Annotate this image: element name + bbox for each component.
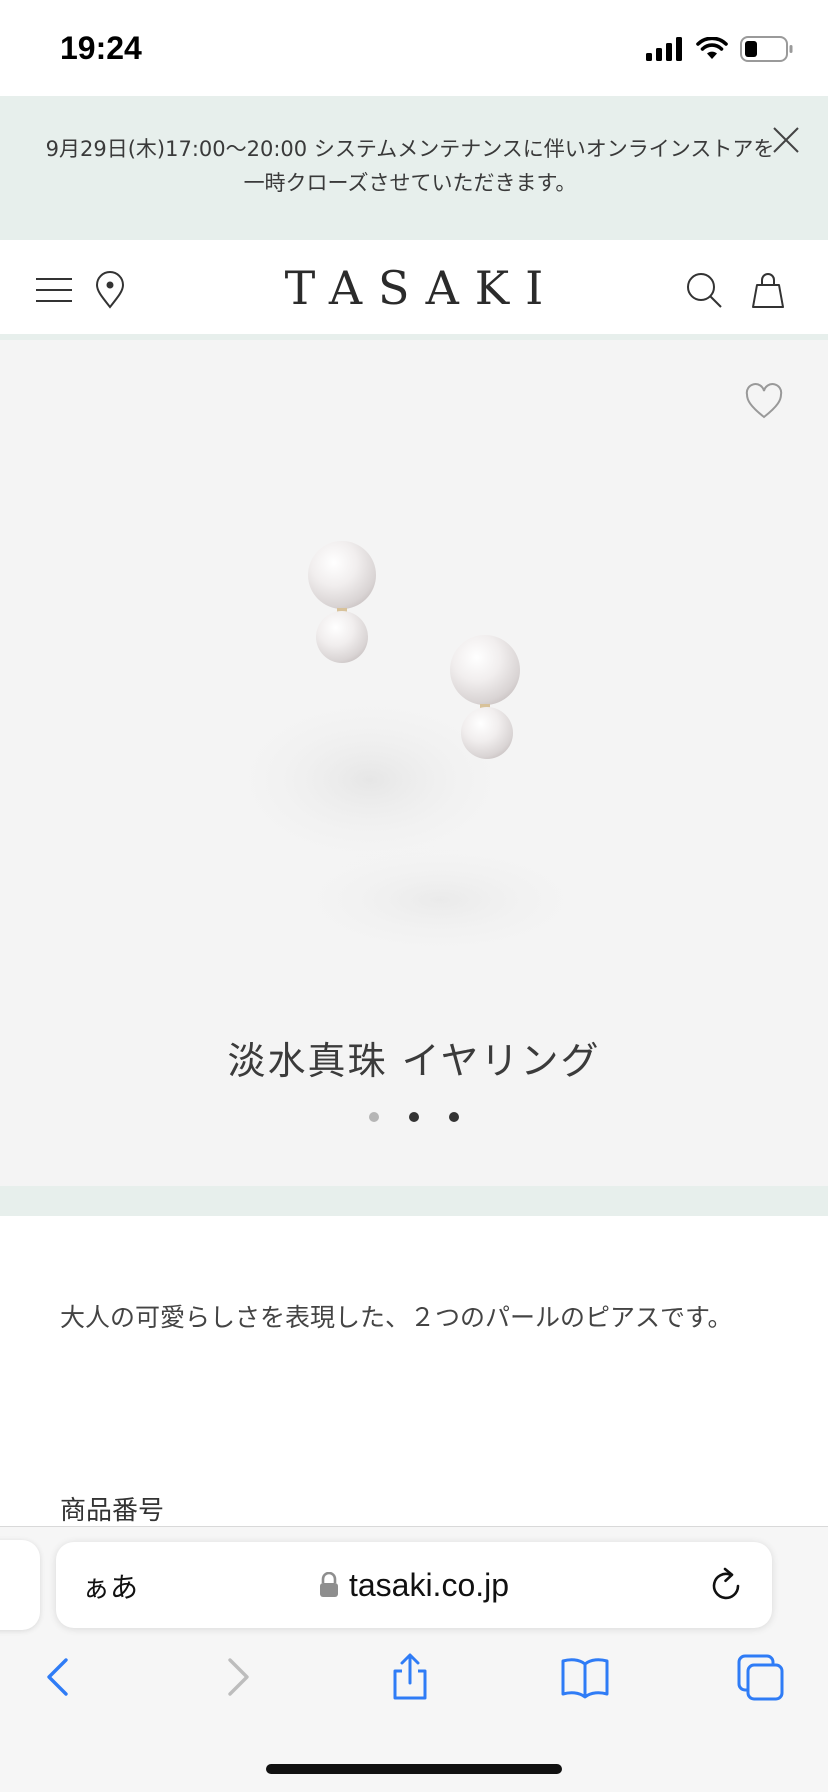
sku-label: 商品番号	[60, 1496, 165, 1526]
previous-tab-preview[interactable]	[0, 1540, 40, 1630]
product-image-carousel[interactable]: 淡水真珠 イヤリング	[0, 340, 828, 1186]
maintenance-notice: 9月29日(木)17:00〜20:00 システムメンテナンスに伴いオンラインスト…	[0, 96, 828, 240]
carousel-dots	[0, 1112, 828, 1122]
product-title: 淡水真珠 イヤリング	[227, 1039, 601, 1083]
heart-icon[interactable]	[744, 382, 784, 422]
home-indicator	[266, 1764, 562, 1774]
address-bar[interactable]: ぁあ tasaki.co.jp	[56, 1542, 772, 1628]
close-icon[interactable]	[770, 124, 802, 156]
location-pin-icon[interactable]	[90, 270, 130, 310]
notice-message: 9月29日(木)17:00〜20:00 システムメンテナンスに伴いオンラインスト…	[45, 137, 775, 195]
carousel-dot[interactable]	[369, 1112, 379, 1122]
tabs-icon[interactable]	[735, 1652, 785, 1702]
share-icon[interactable]	[385, 1652, 435, 1702]
product-image	[220, 541, 600, 960]
url-display[interactable]: tasaki.co.jp	[56, 1542, 772, 1628]
carousel-dot[interactable]	[409, 1112, 419, 1122]
back-icon[interactable]	[34, 1652, 84, 1702]
url-text: tasaki.co.jp	[348, 1566, 510, 1603]
reload-icon[interactable]	[706, 1564, 746, 1606]
bookmarks-icon[interactable]	[560, 1652, 610, 1702]
cellular-signal-icon	[646, 37, 682, 61]
wifi-icon	[696, 37, 728, 59]
section-band	[0, 1186, 828, 1216]
status-icons	[646, 34, 794, 64]
shopping-bag-icon[interactable]	[748, 270, 788, 310]
lock-icon	[319, 1572, 338, 1597]
menu-icon[interactable]	[34, 270, 74, 310]
battery-icon	[740, 36, 793, 62]
forward-icon[interactable]	[212, 1652, 262, 1702]
status-bar: 19:24	[0, 0, 828, 96]
product-description: 大人の可愛らしさを表現した、２つのパールのピアスです。	[60, 1303, 733, 1332]
site-header: TASAKI	[0, 240, 828, 336]
carousel-dot[interactable]	[449, 1112, 459, 1122]
search-icon[interactable]	[684, 270, 724, 310]
status-time: 19:24	[60, 30, 142, 66]
